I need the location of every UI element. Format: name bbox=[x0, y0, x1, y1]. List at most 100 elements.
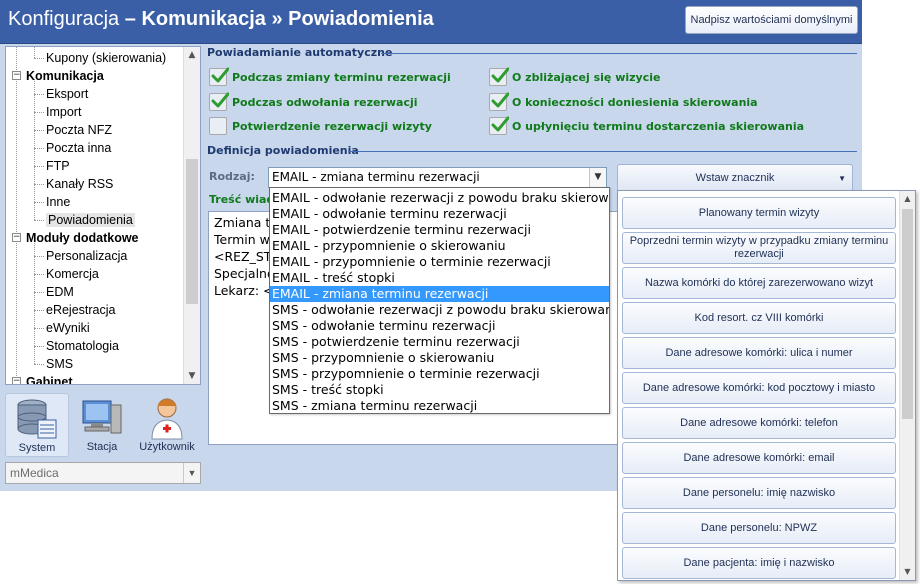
tresc-label: Treść wiad bbox=[209, 193, 275, 206]
scroll-down-icon[interactable]: ▼ bbox=[184, 368, 200, 384]
collapse-icon[interactable]: − bbox=[12, 377, 21, 384]
launcher-uzytkownik-label: Użytkownik bbox=[139, 441, 195, 453]
rodzaj-label: Rodzaj: bbox=[209, 170, 255, 183]
marker-button[interactable]: Kod resort. cz VIII komórki bbox=[622, 302, 896, 334]
tree-item-label: Inne bbox=[46, 195, 71, 209]
tree-category[interactable]: Gabinet bbox=[26, 373, 73, 384]
launcher-system[interactable]: System bbox=[5, 393, 69, 457]
tree-item[interactable]: Kanały RSS bbox=[46, 175, 113, 193]
notify-checkbox[interactable]: Podczas zmiany terminu rezerwacji bbox=[209, 67, 451, 86]
rodzaj-option[interactable]: SMS - treść stopki bbox=[270, 382, 609, 398]
scroll-up-icon[interactable]: ▲ bbox=[900, 191, 915, 207]
tree-item[interactable]: eRejestracja bbox=[46, 301, 115, 319]
tree-item[interactable]: Komercja bbox=[46, 265, 99, 283]
marker-button[interactable]: Nazwa komórki do której zarezerwowano wi… bbox=[622, 267, 896, 299]
rodzaj-option[interactable]: SMS - odwołanie rezerwacji z powodu brak… bbox=[270, 302, 609, 318]
rodzaj-dropdown-list[interactable]: EMAIL - odwołanie rezerwacji z powodu br… bbox=[269, 187, 610, 414]
checkmark-icon[interactable] bbox=[489, 116, 509, 135]
computer-icon bbox=[82, 400, 122, 434]
tree-connector bbox=[34, 292, 44, 293]
rodzaj-option[interactable]: SMS - odwołanie terminu rezerwacji bbox=[270, 318, 609, 334]
launcher-uzytkownik[interactable]: Użytkownik bbox=[135, 393, 199, 457]
tree-item[interactable]: Kupony (skierowania) bbox=[46, 49, 166, 67]
marker-button[interactable]: Planowany termin wizyty bbox=[622, 197, 896, 229]
marker-scroll-thumb[interactable] bbox=[902, 209, 913, 419]
tree-item[interactable]: Poczta NFZ bbox=[46, 121, 112, 139]
tree-item-label: Stomatologia bbox=[46, 339, 119, 353]
tree-category[interactable]: Moduły dodatkowe bbox=[26, 229, 139, 247]
database-icon bbox=[17, 399, 57, 439]
checkmark-icon[interactable] bbox=[489, 92, 509, 111]
marker-button[interactable]: Dane personelu: imię nazwisko bbox=[622, 477, 896, 509]
tree-item-label: eRejestracja bbox=[46, 303, 116, 317]
checkmark-icon[interactable] bbox=[489, 67, 509, 86]
marker-button[interactable]: Dane pacjenta: imię i nazwisko bbox=[622, 547, 896, 579]
rodzaj-option[interactable]: SMS - zmiana terminu rezerwacji bbox=[270, 398, 609, 413]
tree-item[interactable]: Powiadomienia bbox=[46, 211, 135, 229]
rodzaj-option[interactable]: SMS - przypomnienie o terminie rezerwacj… bbox=[270, 366, 609, 382]
insert-marker-button[interactable]: Wstaw znacznik ▼ bbox=[617, 164, 853, 192]
tree-item[interactable]: Poczta inna bbox=[46, 139, 111, 157]
rodzaj-option[interactable]: EMAIL - przypomnienie o terminie rezerwa… bbox=[270, 254, 609, 270]
tree-item-label: SMS bbox=[46, 357, 74, 371]
notify-checkbox[interactable]: O konieczności doniesienia skierowania bbox=[489, 92, 758, 111]
marker-button[interactable]: Dane personelu: NPWZ bbox=[622, 512, 896, 544]
tree-item[interactable]: Inne bbox=[46, 193, 70, 211]
rodzaj-option[interactable]: EMAIL - zmiana terminu rezerwacji bbox=[270, 286, 609, 302]
tree-item[interactable]: Personalizacja bbox=[46, 247, 127, 265]
tree-item[interactable]: SMS bbox=[46, 355, 73, 373]
rodzaj-select[interactable]: EMAIL - zmiana terminu rezerwacji ▼ bbox=[268, 167, 607, 188]
tree-item-label: Moduły dodatkowe bbox=[26, 231, 139, 245]
collapse-icon[interactable]: − bbox=[12, 71, 21, 80]
checkmark-icon[interactable] bbox=[209, 92, 229, 111]
notify-checkbox[interactable]: Podczas odwołania rezerwacji bbox=[209, 92, 418, 111]
rodzaj-option[interactable]: EMAIL - odwołanie rezerwacji z powodu br… bbox=[270, 190, 609, 206]
tree-item[interactable]: Stomatologia bbox=[46, 337, 119, 355]
page-title: Konfiguracja – Komunikacja » Powiadomien… bbox=[8, 8, 434, 30]
collapse-icon[interactable]: − bbox=[12, 233, 21, 242]
tree-scroll-thumb[interactable] bbox=[186, 159, 198, 304]
auto-section-title: Powiadamianie automatyczne bbox=[207, 46, 393, 59]
launcher-system-label: System bbox=[18, 442, 56, 454]
restore-defaults-button[interactable]: Nadpisz wartościami domyślnymi bbox=[685, 6, 858, 34]
tree-connector bbox=[34, 243, 35, 364]
tree-connector bbox=[34, 310, 44, 311]
marker-scrollbar[interactable]: ▲ ▼ bbox=[899, 191, 915, 580]
marker-button[interactable]: Dane adresowe komórki: email bbox=[622, 442, 896, 474]
rodzaj-option[interactable]: EMAIL - treść stopki bbox=[270, 270, 609, 286]
tree-item-label: Komunikacja bbox=[26, 69, 104, 83]
tree-scrollbar[interactable]: ▲ ▼ bbox=[183, 47, 200, 384]
tree-item[interactable]: FTP bbox=[46, 157, 70, 175]
tree-item[interactable]: eWyniki bbox=[46, 319, 90, 337]
notify-checkbox[interactable]: Potwierdzenie rezerwacji wizyty bbox=[209, 117, 432, 135]
notify-checkbox[interactable]: O upłynięciu terminu dostarczenia skiero… bbox=[489, 116, 804, 135]
tree-item[interactable]: EDM bbox=[46, 283, 74, 301]
tree-item[interactable]: Eksport bbox=[46, 85, 88, 103]
notify-checkbox[interactable]: O zbliżającej się wizycie bbox=[489, 67, 660, 86]
tree-connector bbox=[34, 346, 44, 347]
rodzaj-option[interactable]: EMAIL - przypomnienie o skierowaniu bbox=[270, 238, 609, 254]
scroll-up-icon[interactable]: ▲ bbox=[184, 47, 200, 63]
rodzaj-option[interactable]: EMAIL - potwierdzenie terminu rezerwacji bbox=[270, 222, 609, 238]
tree-connector bbox=[34, 112, 44, 113]
marker-button[interactable]: Dane adresowe komórki: telefon bbox=[622, 407, 896, 439]
tree-connector bbox=[34, 364, 44, 365]
marker-button[interactable]: Dane adresowe komórki: kod pocztowy i mi… bbox=[622, 372, 896, 404]
tree-item-label: Poczta NFZ bbox=[46, 123, 112, 137]
tree-item[interactable]: Import bbox=[46, 103, 81, 121]
launcher-stacja[interactable]: Stacja bbox=[70, 393, 134, 457]
config-tree[interactable]: ▲ ▼ Kupony (skierowania) Komunikacja − Eksp… bbox=[5, 46, 201, 385]
checkbox-empty-icon[interactable] bbox=[209, 117, 227, 135]
checkmark-icon[interactable] bbox=[209, 67, 229, 86]
tree-category[interactable]: Komunikacja bbox=[26, 67, 104, 85]
marker-button[interactable]: Dane adresowe komórki: ulica i numer bbox=[622, 337, 896, 369]
rodzaj-option[interactable]: EMAIL - odwołanie terminu rezerwacji bbox=[270, 206, 609, 222]
scroll-down-icon[interactable]: ▼ bbox=[900, 564, 915, 580]
rodzaj-option[interactable]: SMS - przypomnienie o skierowaniu bbox=[270, 350, 609, 366]
marker-button[interactable]: Poprzedni termin wizyty w przypadku zmia… bbox=[622, 232, 896, 264]
rodzaj-option[interactable]: SMS - potwierdzenie terminu rezerwacji bbox=[270, 334, 609, 350]
chevron-down-icon[interactable]: ▼ bbox=[589, 168, 606, 187]
tree-connector bbox=[34, 47, 35, 58]
company-select[interactable]: mMedica ▼ bbox=[5, 462, 201, 484]
chevron-down-icon[interactable]: ▼ bbox=[183, 463, 200, 483]
